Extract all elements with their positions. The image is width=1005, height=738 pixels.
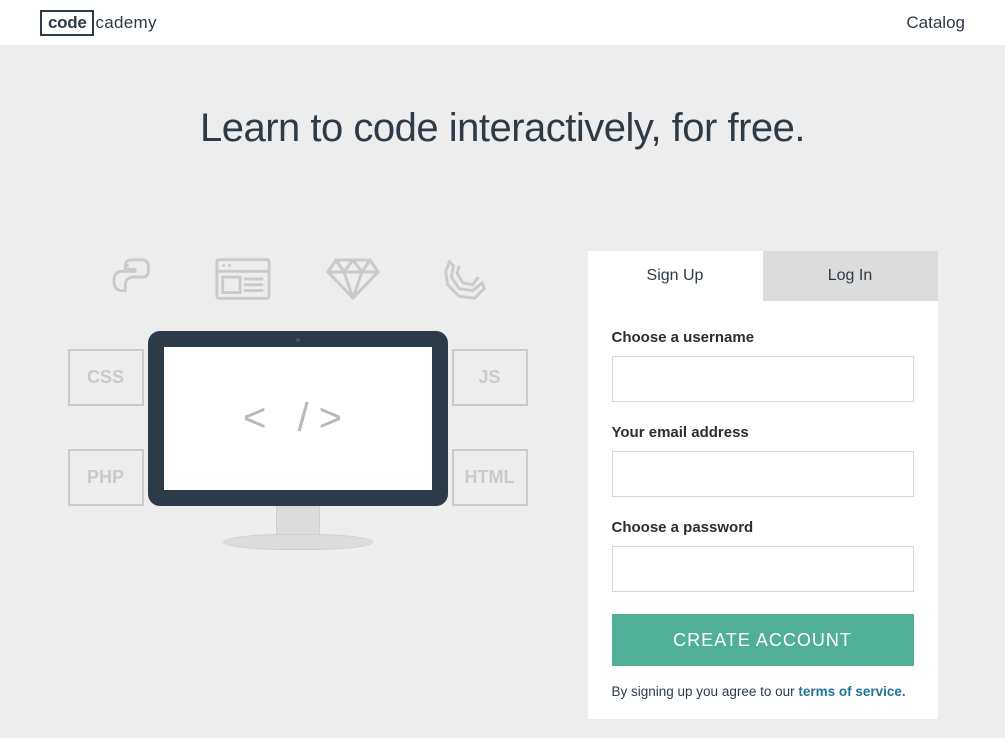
logo-box: code	[40, 10, 94, 36]
terms-text: By signing up you agree to our terms of …	[612, 684, 914, 699]
nav-catalog-link[interactable]: Catalog	[906, 13, 965, 33]
ruby-diamond-icon	[325, 251, 381, 307]
hero-title: Learn to code interactively, for free.	[0, 106, 1005, 151]
terms-link[interactable]: terms of service.	[798, 684, 905, 699]
auth-tabs: Sign Up Log In	[588, 251, 938, 301]
logo-link[interactable]: code cademy	[40, 10, 157, 36]
create-account-button[interactable]: CREATE ACCOUNT	[612, 614, 914, 666]
python-icon	[105, 251, 161, 307]
password-input[interactable]	[612, 546, 914, 592]
email-label: Your email address	[612, 424, 914, 441]
hero-content: CSS JS PHP HTML < /> Sign Up Log In	[0, 251, 1005, 719]
monitor-base	[223, 534, 373, 550]
tab-signup[interactable]: Sign Up	[588, 251, 763, 301]
username-label: Choose a username	[612, 329, 914, 346]
illustration: CSS JS PHP HTML < />	[68, 251, 528, 601]
password-label: Choose a password	[612, 519, 914, 536]
username-input[interactable]	[612, 356, 914, 402]
hero-section: Learn to code interactively, for free.	[0, 46, 1005, 738]
tab-login[interactable]: Log In	[763, 251, 938, 301]
badge-css: CSS	[68, 349, 144, 406]
logo-rest: cademy	[95, 13, 156, 33]
monitor-illustration: < />	[148, 331, 448, 591]
signup-form: Choose a username Your email address Cho…	[588, 301, 938, 719]
browser-window-icon	[215, 251, 271, 307]
terms-prefix: By signing up you agree to our	[612, 684, 799, 699]
jquery-swirl-icon	[435, 251, 491, 307]
auth-card: Sign Up Log In Choose a username Your em…	[588, 251, 938, 719]
badge-html: HTML	[452, 449, 528, 506]
icons-row	[68, 251, 528, 321]
monitor-camera-icon	[296, 338, 300, 342]
email-input[interactable]	[612, 451, 914, 497]
monitor-screen: < />	[164, 347, 432, 490]
language-badges: CSS JS PHP HTML < />	[68, 321, 528, 551]
badge-php: PHP	[68, 449, 144, 506]
monitor-frame: < />	[148, 331, 448, 506]
top-nav: code cademy Catalog	[0, 0, 1005, 46]
badge-js: JS	[452, 349, 528, 406]
